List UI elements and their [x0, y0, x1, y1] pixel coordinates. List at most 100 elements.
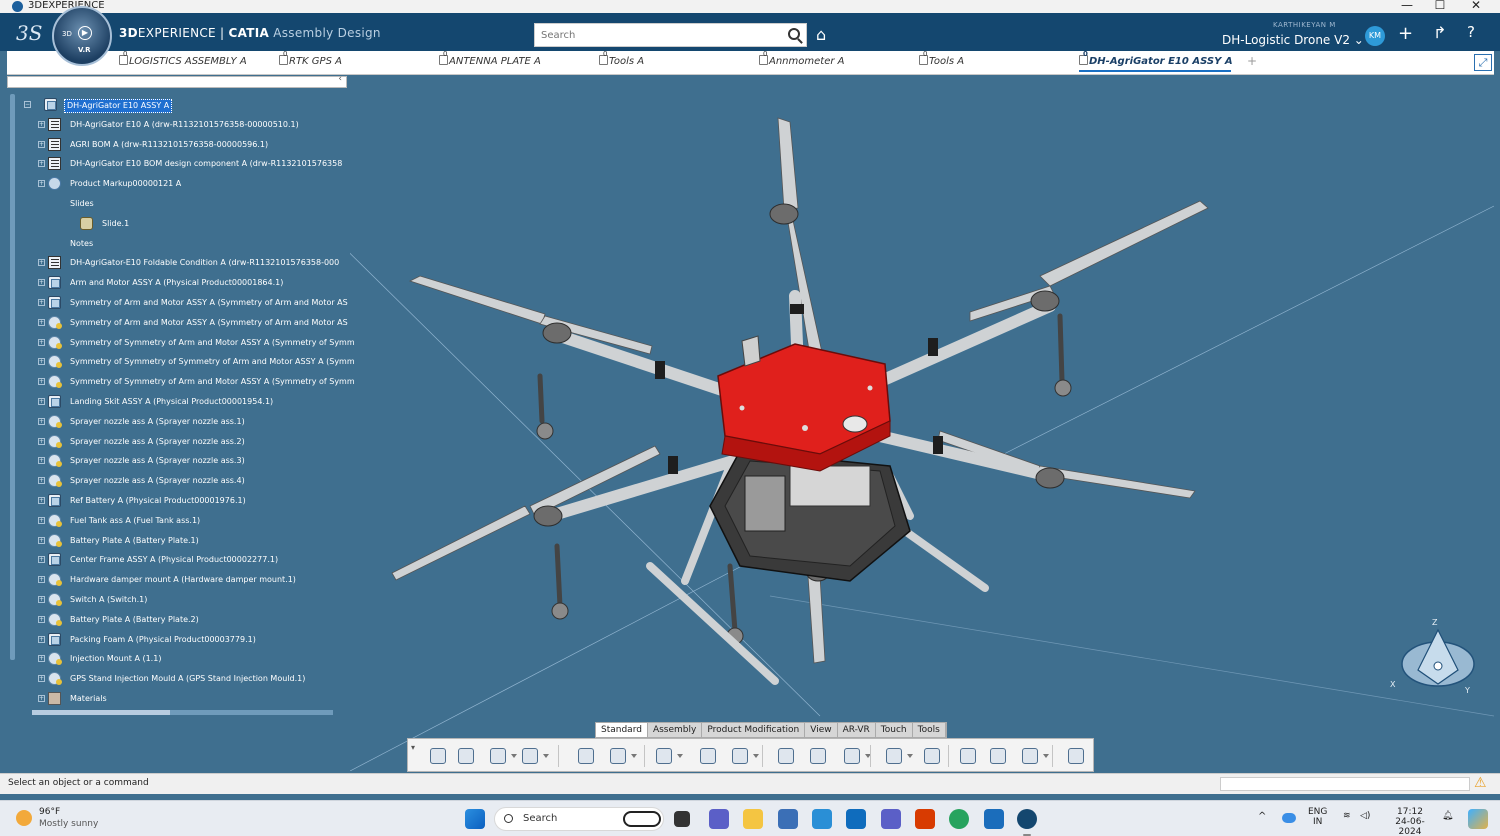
collapse-node-icon[interactable]: − — [24, 101, 31, 108]
expand-node-icon[interactable]: + — [38, 338, 45, 346]
expand-node-icon[interactable]: + — [38, 279, 45, 287]
play-icon[interactable]: ▶ — [78, 26, 92, 40]
search-icon[interactable] — [788, 28, 800, 40]
command-input[interactable] — [1220, 777, 1470, 791]
dropdown-arrow-icon[interactable] — [677, 754, 683, 758]
outlook-icon[interactable] — [846, 809, 866, 829]
expand-node-icon[interactable]: + — [38, 576, 45, 584]
undo-icon[interactable] — [520, 746, 549, 766]
expand-node-icon[interactable]: + — [38, 675, 45, 683]
dropdown-arrow-icon[interactable] — [753, 754, 759, 758]
command-tab[interactable]: AR-VR — [838, 723, 876, 737]
dropdown-arrow-icon[interactable] — [511, 754, 517, 758]
search-input[interactable] — [535, 24, 775, 46]
dropdown-arrow-icon[interactable] — [543, 754, 549, 758]
start-icon[interactable] — [465, 809, 485, 829]
warning-icon[interactable]: ⚠ — [1474, 775, 1487, 791]
expand-node-icon[interactable]: + — [38, 536, 45, 544]
volume-icon[interactable]: ◁) — [1360, 811, 1370, 821]
tab-agrigator-assy[interactable]: DH-AgriGator E10 ASSY A — [1079, 50, 1233, 72]
tag-icon[interactable]: ⌂ — [816, 25, 826, 44]
scrollbar-thumb[interactable] — [32, 710, 170, 715]
insert-icon[interactable] — [654, 746, 683, 766]
language-indicator[interactable]: ENG IN — [1308, 807, 1327, 827]
teams-icon[interactable] — [709, 809, 729, 829]
expand-node-icon[interactable]: + — [38, 437, 45, 445]
share-icon[interactable]: ↱ — [1433, 23, 1446, 42]
close-window-button[interactable]: ✕ — [1461, 0, 1491, 12]
tab-rtk-gps[interactable]: RTK GPS A — [279, 50, 342, 67]
copilot-icon[interactable] — [1468, 809, 1488, 829]
expand-node-icon[interactable]: + — [38, 516, 45, 524]
expand-node-icon[interactable]: + — [38, 655, 45, 663]
edge-icon[interactable] — [949, 809, 969, 829]
command-tab[interactable]: Standard — [596, 723, 648, 737]
replace-icon[interactable] — [698, 746, 718, 766]
expand-node-icon[interactable]: + — [38, 120, 45, 128]
expand-node-icon[interactable]: + — [38, 318, 45, 326]
command-tab[interactable]: View — [805, 723, 838, 737]
fix-icon[interactable] — [730, 746, 759, 766]
expand-node-icon[interactable]: + — [38, 358, 45, 366]
taskbar-search[interactable]: Search — [494, 807, 664, 831]
notifications-icon[interactable]: 🔔︎ — [1442, 811, 1453, 821]
expand-node-icon[interactable]: + — [38, 299, 45, 306]
collapse-panel-icon[interactable]: ‹ — [338, 74, 342, 84]
3dexperience-app-icon[interactable] — [1017, 809, 1037, 829]
command-tab[interactable]: Product Modification — [702, 723, 806, 737]
dropdown-arrow-icon[interactable] — [1043, 754, 1049, 758]
expand-icon[interactable]: ⤢ — [1474, 54, 1492, 71]
avatar[interactable]: KM — [1365, 26, 1385, 46]
show-hidden-icons[interactable]: ^ — [1258, 811, 1266, 822]
tab-logistics-assembly[interactable]: LOGISTICS ASSEMBLY A — [119, 50, 247, 67]
axis-icon[interactable] — [884, 746, 913, 766]
tree-vertical-scrollbar[interactable] — [10, 94, 15, 660]
drone-icon[interactable] — [988, 746, 1008, 766]
expand-node-icon[interactable]: + — [38, 615, 45, 623]
search-box[interactable] — [534, 23, 807, 47]
expand-node-icon[interactable]: + — [38, 259, 45, 267]
compass-widget[interactable]: 3D ▶ V.R — [52, 6, 112, 66]
manipulate-icon[interactable] — [1020, 746, 1049, 766]
expand-node-icon[interactable]: + — [38, 457, 45, 465]
calendar-icon[interactable] — [812, 809, 832, 829]
clash-icon[interactable] — [842, 746, 871, 766]
tree-horizontal-scrollbar[interactable] — [32, 710, 333, 715]
paste-icon[interactable] — [488, 746, 517, 766]
command-tab[interactable]: Assembly — [648, 723, 703, 737]
maximize-button[interactable]: ☐ — [1425, 0, 1455, 12]
tab-antenna-plate[interactable]: ANTENNA PLATE A — [439, 50, 541, 67]
copy-icon[interactable] — [456, 746, 476, 766]
expand-node-icon[interactable]: + — [38, 635, 45, 643]
expand-node-icon[interactable]: + — [38, 180, 45, 188]
command-tab[interactable]: Touch — [876, 723, 913, 737]
expand-node-icon[interactable]: + — [38, 378, 45, 386]
inspect-icon[interactable] — [958, 746, 978, 766]
3dexperience-launcher-icon[interactable] — [984, 809, 1004, 829]
expand-node-icon[interactable]: + — [38, 695, 45, 702]
viewport-canvas[interactable] — [350, 76, 1494, 771]
wifi-icon[interactable]: ≋ — [1343, 811, 1351, 821]
new-tab-button[interactable]: + — [1247, 54, 1257, 68]
onedrive-icon[interactable] — [1282, 813, 1296, 823]
file-explorer-icon[interactable] — [743, 809, 763, 829]
dassault-logo-icon[interactable]: 3S — [16, 21, 42, 45]
tab-annmometer[interactable]: Annmometer A — [759, 50, 844, 67]
expand-node-icon[interactable]: + — [38, 140, 45, 148]
expand-node-icon[interactable]: + — [38, 160, 45, 168]
expand-node-icon[interactable]: + — [38, 398, 45, 405]
help-icon[interactable]: ? — [1467, 23, 1475, 41]
dropdown-arrow-icon[interactable] — [631, 754, 637, 758]
add-icon[interactable]: + — [1398, 23, 1413, 44]
expand-node-icon[interactable]: + — [38, 556, 45, 564]
update-icon[interactable] — [608, 746, 637, 766]
expand-node-icon[interactable]: + — [38, 417, 45, 425]
teams-work-icon[interactable] — [881, 809, 901, 829]
weather-icon[interactable] — [16, 810, 32, 826]
calculator-icon[interactable] — [778, 809, 798, 829]
expand-node-icon[interactable]: + — [38, 477, 45, 485]
action-bar-handle-icon[interactable]: ▾ — [411, 743, 415, 752]
expand-node-icon[interactable]: + — [38, 596, 45, 603]
dropdown-arrow-icon[interactable] — [907, 754, 913, 758]
command-tab[interactable]: Tools — [913, 723, 946, 737]
